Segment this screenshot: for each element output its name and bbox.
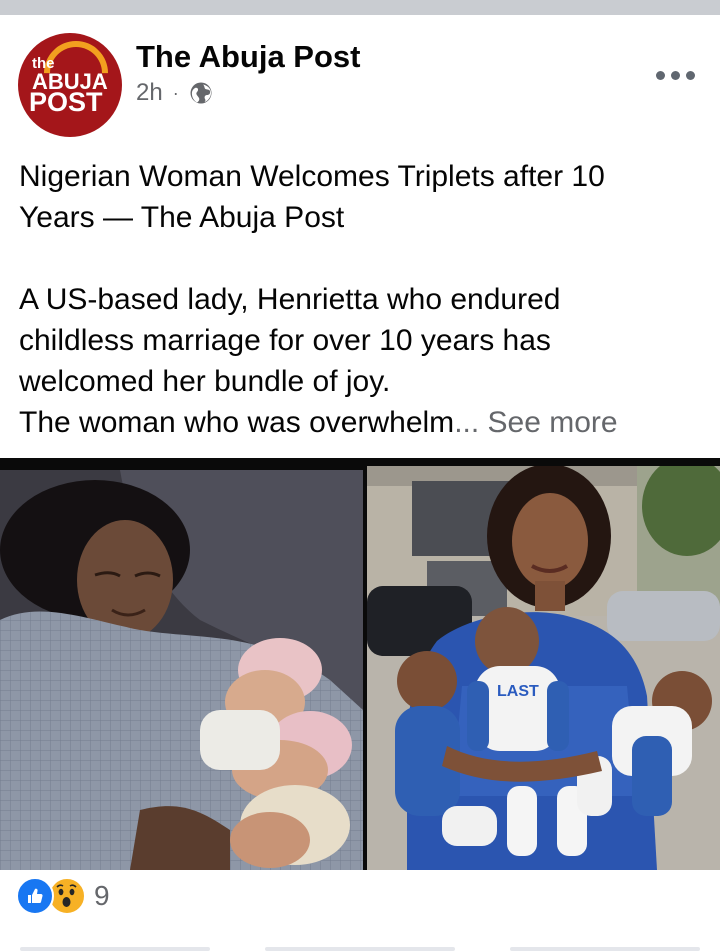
ellipsis: ... xyxy=(454,406,480,439)
reaction-summary[interactable]: 9 xyxy=(16,877,110,915)
logo-text-post: POST xyxy=(29,87,103,117)
see-more-link[interactable]: See more xyxy=(488,406,618,439)
more-options-icon[interactable] xyxy=(656,63,700,87)
post-photo[interactable]: LAST xyxy=(0,458,720,870)
post-title-line: Years — The Abuja Post xyxy=(19,201,345,234)
post-body-line: childless marriage for over 10 years has xyxy=(19,324,551,357)
meta-separator: · xyxy=(172,82,179,103)
shirt-text: LAST xyxy=(497,683,539,700)
post-body-line: A US-based lady, Henrietta who endured xyxy=(19,283,561,316)
post-meta: 2h · xyxy=(136,79,213,107)
like-icon xyxy=(16,877,54,915)
reaction-count: 9 xyxy=(94,880,110,911)
feed-divider xyxy=(0,0,720,15)
action-bar-edge xyxy=(0,939,720,951)
post-title-line: Nigerian Woman Welcomes Triplets after 1… xyxy=(19,160,605,193)
feed-post: the ABUJA POST The Abuja Post 2h · Niger… xyxy=(0,15,720,951)
post-body-line-truncated: The woman who was overwhelm... See more xyxy=(19,402,709,443)
globe-icon[interactable] xyxy=(189,81,213,105)
page-name-link[interactable]: The Abuja Post xyxy=(136,39,360,75)
photo-mother-with-triplets: LAST xyxy=(367,466,720,870)
post-time[interactable]: 2h xyxy=(136,79,163,107)
photo-hospital-bed xyxy=(0,470,363,870)
post-body-line: welcomed her bundle of joy. xyxy=(19,365,391,398)
post-text: Nigerian Woman Welcomes Triplets after 1… xyxy=(19,156,709,443)
page-avatar[interactable]: the ABUJA POST xyxy=(18,33,122,137)
post-body-text: The woman who was overwhelm xyxy=(19,406,455,439)
